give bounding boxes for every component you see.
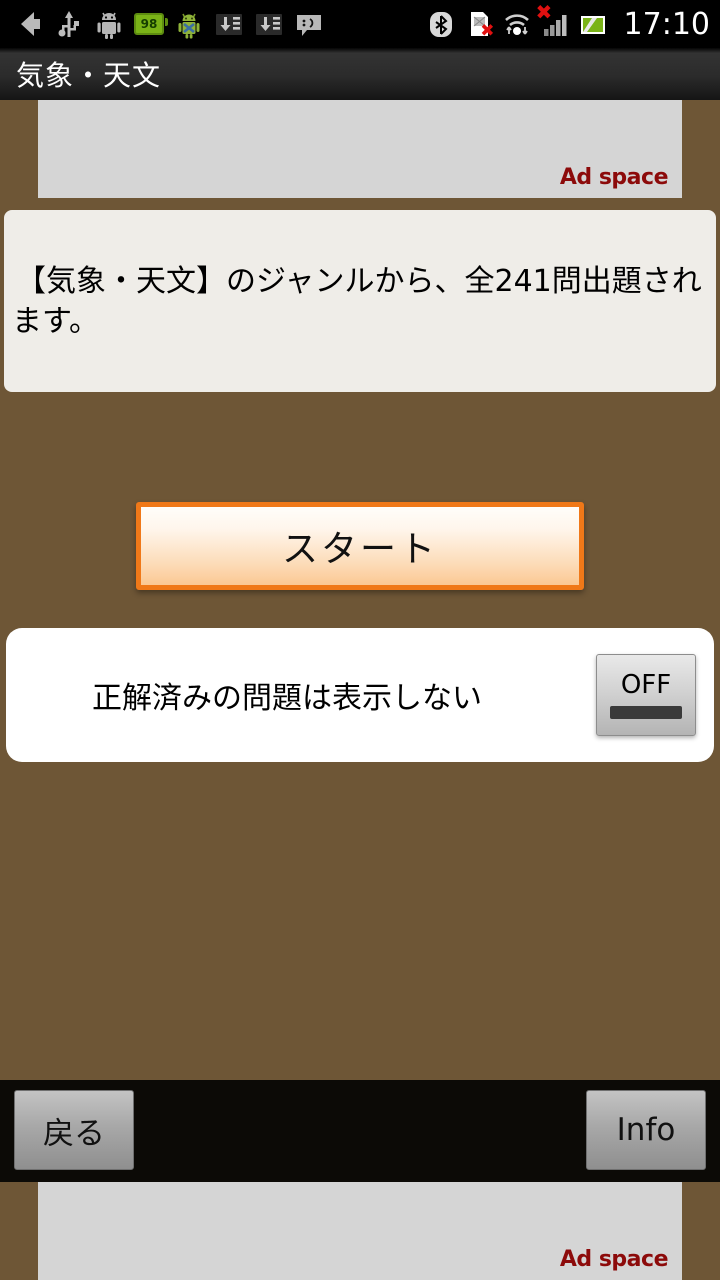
page-title: 気象・天文 [16, 59, 162, 92]
toggle-indicator-bar [610, 705, 682, 719]
start-button[interactable]: スタート [136, 502, 584, 590]
usb-icon [54, 7, 84, 41]
hide-correct-answers-label: 正解済みの問題は表示しない [92, 681, 482, 716]
ad-space-label-top: Ad space [559, 165, 669, 190]
download-list-icon [214, 7, 244, 41]
bluetooth-icon [426, 7, 456, 41]
status-bar-left-icons: 98 [14, 7, 324, 41]
back-button[interactable]: 戻る [14, 1090, 134, 1170]
status-bar-clock: 17:10 [623, 6, 710, 42]
info-button-label: Info [616, 1112, 676, 1148]
toggle-state-label: OFF [620, 669, 672, 700]
genre-info-panel: 【気象・天文】のジャンルから、全241問出題されます。 [4, 210, 716, 392]
hide-correct-answers-row: 正解済みの問題は表示しない OFF [6, 628, 714, 762]
back-arrow-icon [14, 7, 44, 41]
back-button-label: 戻る [43, 1115, 105, 1152]
signal-bars-icon: ✖ [536, 2, 570, 41]
battery-charging-icon [578, 7, 608, 41]
sim-error-x-icon: ✖ [480, 21, 495, 41]
bottom-navigation-bar: 戻る Info [0, 1080, 720, 1182]
ad-banner-bottom[interactable]: Ad space [38, 1182, 682, 1280]
signal-error-x-icon: ✖ [535, 0, 553, 24]
download-list-icon-2 [254, 7, 284, 41]
status-bar-right-icons: ✖ ✖ 17:10 [426, 2, 710, 42]
sms-smiley-icon [294, 7, 324, 41]
android-robot-icon [94, 7, 124, 41]
wifi-transfer-icon [502, 7, 532, 41]
status-bar: 98 ✖ ✖ 17:10 [0, 0, 720, 48]
start-button-label: スタート [281, 529, 438, 570]
android-sync-icon [174, 7, 204, 41]
hide-correct-answers-toggle[interactable]: OFF [596, 654, 696, 736]
genre-info-text: 【気象・天文】のジャンルから、全241問出題されます。 [12, 264, 702, 339]
battery-icon: 98 [134, 7, 164, 41]
sim-card-error-icon: ✖ [464, 7, 495, 41]
app-title-bar: 気象・天文 [0, 48, 720, 100]
ad-banner-top[interactable]: Ad space [38, 100, 682, 198]
info-button[interactable]: Info [586, 1090, 706, 1170]
ad-space-label-bottom: Ad space [559, 1247, 669, 1272]
battery-level-label: 98 [134, 13, 164, 35]
